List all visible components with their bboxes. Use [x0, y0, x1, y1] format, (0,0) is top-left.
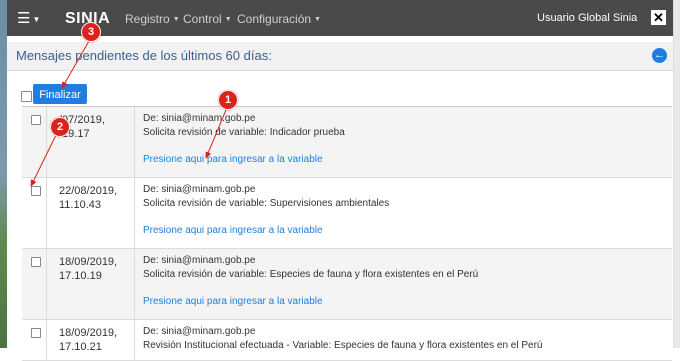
annotation-marker-3: 3 [81, 22, 101, 42]
app-window: ☰ ▼ SINIA Registro ▼ Control ▼ Configuració… [7, 0, 674, 361]
desktop-background-strip [0, 0, 7, 348]
annotation-arrows [30, 40, 227, 187]
arrow-3 [61, 40, 90, 89]
annotation-marker-1: 1 [218, 90, 238, 110]
arrow-1 [205, 109, 227, 159]
arrow-2 [30, 132, 58, 187]
window-right-edge [673, 0, 680, 348]
annotation-marker-2: 2 [50, 117, 70, 137]
